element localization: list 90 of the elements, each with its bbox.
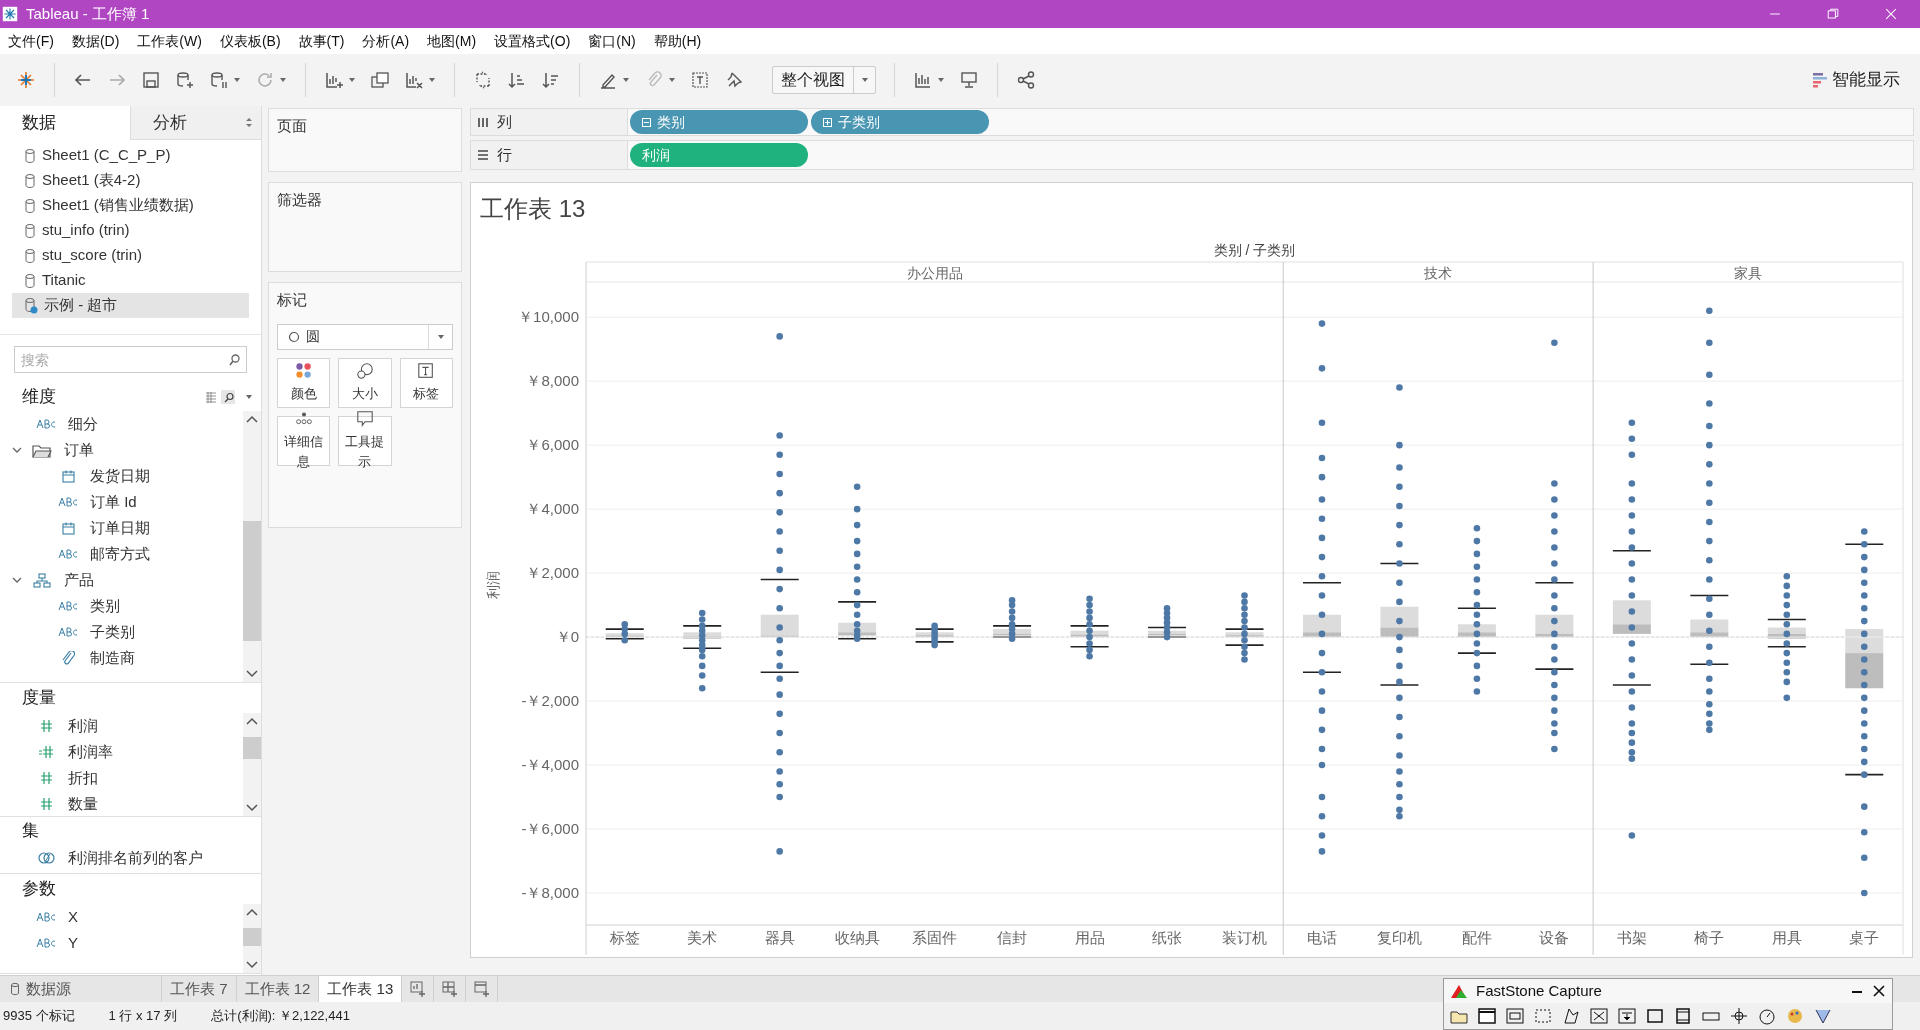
datasource-item[interactable]: stu_info (trin) [12, 218, 249, 243]
category-label: 椅子 [1694, 929, 1725, 946]
section-title: 集 [22, 820, 39, 843]
category-label: 纸张 [1152, 929, 1183, 946]
field-item[interactable]: 数量 [68, 792, 98, 816]
axis-tick-label: ￥2,000 [526, 564, 579, 582]
menu-item[interactable]: 分析(A) [362, 30, 410, 52]
mark-property-button[interactable]: 详细信息 [277, 415, 331, 466]
sheet-title: 工作表 13 [480, 194, 586, 224]
mark-property-button[interactable]: 颜色 [277, 357, 331, 408]
axis-title: 利润 [485, 570, 501, 599]
category-label: 设备 [1539, 929, 1570, 946]
axis-tick-label: ￥6,000 [526, 436, 579, 454]
axis-tick-label: ￥0 [555, 628, 579, 646]
category-label: 信封 [997, 929, 1028, 946]
axis-tick-label: ￥8,000 [526, 372, 579, 390]
menu-item[interactable]: 故事(T) [298, 30, 345, 52]
section-title: 度量 [22, 687, 56, 710]
field-item[interactable]: 订单 [64, 438, 94, 462]
status-text: 1 行 x 17 列 [108, 1007, 178, 1026]
category-label: 配件 [1461, 929, 1492, 946]
category-label: 复印机 [1376, 929, 1422, 946]
field-item[interactable]: 制造商 [90, 646, 135, 670]
mark-type-dropdown[interactable]: 圆 [277, 323, 453, 350]
axis-tick-label: -￥2,000 [521, 692, 579, 710]
category-label: 器具 [764, 929, 795, 946]
datasource-item[interactable]: stu_score (trin) [12, 243, 249, 268]
field-item[interactable]: 产品 [64, 568, 94, 592]
menu-item[interactable]: 窗口(N) [588, 30, 636, 52]
field-item[interactable]: 子类别 [90, 620, 135, 644]
card-title: 页面 [277, 116, 308, 136]
mark-property-button[interactable]: 标签 [399, 357, 453, 408]
capture-window-title: FastStone Capture [1476, 980, 1603, 1001]
category-label: 收纳具 [834, 929, 880, 946]
field-item[interactable]: 类别 [90, 594, 120, 618]
category-label: 系固件 [912, 929, 958, 946]
field-item[interactable]: 发货日期 [90, 464, 150, 488]
category-label: 电话 [1306, 929, 1337, 946]
datasource-item[interactable]: Sheet1 (销售业绩数据) [12, 193, 249, 218]
menu-item[interactable]: 数据(D) [71, 30, 120, 52]
menu-item[interactable]: 设置格式(O) [494, 30, 571, 52]
category-label: 标签 [609, 929, 640, 946]
menu-item[interactable]: 帮助(H) [653, 30, 702, 52]
category-label: 用品 [1074, 929, 1105, 946]
menu-item[interactable]: 地图(M) [427, 30, 477, 52]
menu-item[interactable]: 文件(F) [8, 30, 54, 52]
field-item[interactable]: 利润排名前列的客户 [68, 846, 203, 870]
field-item[interactable]: 订单日期 [90, 516, 150, 540]
status-text: 总计(利润): ￥2,122,441 [211, 1007, 350, 1026]
group-header: 家具 [1734, 265, 1763, 281]
category-label: 美术 [687, 929, 718, 946]
field-item[interactable]: Y [68, 931, 78, 955]
datasource-item[interactable]: Sheet1 (表4-2) [12, 168, 249, 193]
show-me-button[interactable]: 智能显示 [1812, 67, 1900, 93]
field-item[interactable]: 邮寄方式 [90, 542, 150, 566]
field-item[interactable]: 订单 Id [90, 490, 137, 514]
group-header: 办公用品 [906, 265, 963, 281]
mark-property-button[interactable]: 大小 [338, 357, 392, 408]
pane-tab[interactable]: 分析 [130, 106, 261, 140]
axis-tick-label: -￥4,000 [521, 756, 579, 774]
search-field[interactable]: 搜索 [14, 346, 247, 373]
card-title: 筛选器 [277, 190, 323, 210]
axis-title: 类别 / 子类别 [1213, 242, 1296, 258]
axis-tick-label: ￥4,000 [526, 500, 579, 518]
axis-tick-label: -￥6,000 [521, 820, 579, 838]
category-label: 桌子 [1849, 929, 1880, 946]
section-title: 参数 [22, 878, 56, 901]
window-title: Tableau - 工作簿 1 [26, 3, 150, 24]
field-item[interactable]: 细分 [68, 412, 98, 436]
axis-tick-label: ￥10,000 [518, 308, 579, 326]
sheet-tab[interactable]: 工作表 13 [319, 976, 403, 1002]
card-title: 标记 [277, 290, 308, 310]
datasource-item[interactable]: 示例 - 超市 [12, 293, 249, 318]
group-header: 技术 [1424, 265, 1453, 281]
field-item[interactable]: 折扣 [68, 766, 98, 790]
field-item[interactable]: 利润率 [68, 740, 113, 764]
axis-tick-label: -￥8,000 [521, 884, 579, 901]
section-title: 维度 [22, 386, 56, 409]
menu-item[interactable]: 仪表板(B) [219, 30, 281, 52]
shelf-label: 行 [497, 144, 512, 165]
datasource-item[interactable]: Titanic [12, 268, 249, 293]
fit-dropdown[interactable]: 整个视图 [772, 66, 876, 94]
datasource-item[interactable]: Sheet1 (C_C_P_P) [12, 143, 249, 168]
category-label: 书架 [1616, 929, 1647, 946]
category-label: 用具 [1771, 929, 1802, 946]
field-item[interactable]: 利润 [68, 714, 98, 738]
menu-item[interactable]: 工作表(W) [137, 30, 202, 52]
category-label: 装订机 [1222, 929, 1267, 946]
status-text: 9935 个标记 [3, 1007, 75, 1026]
field-item[interactable]: X [68, 905, 78, 929]
